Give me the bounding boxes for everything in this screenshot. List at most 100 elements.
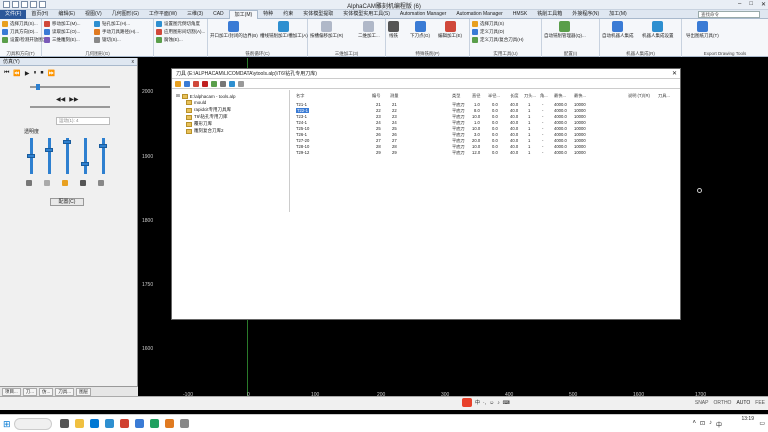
column-header[interactable]: 长度 — [510, 93, 518, 99]
column-header[interactable]: 刀具... — [658, 93, 670, 99]
transparency-knob-2[interactable] — [45, 148, 53, 152]
play-icon[interactable]: ▶ — [25, 70, 30, 77]
2d-machining-button[interactable]: 二维加工... — [358, 21, 380, 39]
step-back-icon[interactable]: ⏪ — [13, 70, 20, 77]
drilling-button[interactable]: 钻孔加工(H)... — [94, 21, 130, 27]
plunge-point-button[interactable]: 下刀点(G) — [410, 21, 430, 39]
tab-project[interactable]: 项目... — [2, 387, 21, 396]
transparency-slider-2[interactable] — [48, 138, 51, 174]
tree-root[interactable]: ⊟ E:\alphacam - tools.alp — [176, 93, 236, 99]
define-tool-button[interactable]: 定义刀具(D) — [472, 29, 504, 35]
tab-solid-utilities[interactable]: 实体模型实用工具(S) — [338, 10, 395, 19]
export-drawing-tools-button[interactable]: 导出图纸刀具(T) — [686, 21, 719, 39]
minimize-icon[interactable]: – — [738, 1, 741, 8]
tab-constraints[interactable]: 约束 — [278, 10, 298, 19]
close-icon[interactable]: ✕ — [672, 69, 677, 79]
start-icon[interactable]: ⊞ — [3, 419, 11, 430]
column-header[interactable]: 最快... — [574, 93, 586, 99]
ime-logo-icon[interactable] — [462, 398, 472, 407]
edge-icon[interactable] — [90, 419, 99, 428]
edit-machining-button[interactable]: 编辑加工(E) — [438, 21, 462, 39]
column-header[interactable]: 刀头... — [524, 93, 536, 99]
emoji-icon[interactable]: ☺ — [489, 400, 494, 406]
auto-milling-manager-button[interactable]: 自动铣削管理器(Q)... — [544, 21, 586, 39]
taskbar-search[interactable] — [14, 418, 52, 430]
copy-icon[interactable] — [220, 80, 226, 87]
erode-button[interactable]: 腐蚀(E)... — [156, 37, 183, 43]
transparency-knob-5[interactable] — [99, 144, 107, 148]
tab-addins[interactable]: 外接程序(N) — [567, 10, 604, 19]
tab-automation-manager-2[interactable]: Automation Manager — [451, 10, 507, 19]
collapse-icon[interactable]: ⊟ — [176, 93, 180, 99]
auto-robot-button[interactable]: 自动机器人集成 — [602, 21, 634, 39]
tab-solid-extract[interactable]: 实体模型提取 — [298, 10, 338, 19]
app-icon[interactable] — [165, 419, 174, 428]
tab-special[interactable]: 特种 — [258, 10, 278, 19]
column-header[interactable]: 最快... — [554, 93, 566, 99]
tab-automation-manager-1[interactable]: Automation Manager — [395, 10, 451, 19]
keyboard-icon[interactable]: ⌨ — [503, 400, 510, 406]
speed-slider-knob[interactable] — [36, 84, 40, 90]
ime-icon[interactable]: 中 — [716, 420, 722, 429]
tree-item[interactable]: rapidcit专用刀具库 — [186, 107, 231, 113]
table-row[interactable]: T29-12 29 29 平底刀 12.0 0.0 40.0 1-4000.0 10000 — [292, 150, 680, 156]
tab-simulation[interactable]: 仿... — [39, 387, 54, 396]
ime-punct-icon[interactable]: ·, — [483, 400, 486, 406]
column-header[interactable]: 角... — [540, 93, 548, 99]
tab-view[interactable]: 视图(V) — [80, 10, 107, 19]
tab-tools[interactable]: 刀具... — [55, 387, 75, 396]
tool-direction-button[interactable]: 刀具方向(D)... — [2, 29, 38, 35]
line-milling-button[interactable]: 线铣 — [388, 21, 399, 39]
ortho-indicator[interactable]: ORTHO — [713, 400, 731, 406]
apply-cut-button[interactable]: 应用图形间切割(A)... — [156, 29, 205, 35]
tab-cad[interactable]: CAD — [208, 10, 229, 19]
saw-button[interactable]: 锯切(S)... — [94, 37, 121, 43]
tab-3d[interactable]: 三维(3) — [182, 10, 208, 19]
tab-geometry[interactable]: 几何图形(G) — [107, 10, 144, 19]
file-explorer-icon[interactable] — [75, 419, 84, 428]
move-machining-button[interactable]: 移动加工(M)... — [44, 21, 81, 27]
app-icon[interactable] — [180, 419, 189, 428]
tab-layers[interactable]: 图层 — [76, 387, 92, 396]
task-view-icon[interactable] — [60, 419, 69, 428]
step-forward-icon[interactable]: ⏩ — [48, 70, 55, 77]
tree-item[interactable]: T6\钻孔专用刀库 — [186, 114, 228, 120]
transparency-slider-4[interactable] — [84, 138, 87, 174]
3d-engrave-button[interactable]: 三维雕刻(E)... — [44, 37, 80, 43]
column-header[interactable]: 测量 — [390, 93, 398, 99]
define-compound-tool-button[interactable]: 定义刀具/复合刀具(H) — [472, 37, 524, 43]
tree-item[interactable]: 覆形刀库 — [186, 121, 212, 127]
move-icon[interactable] — [211, 80, 217, 87]
snap-indicator[interactable]: SNAP — [695, 400, 709, 406]
rewind-icon[interactable]: ⏮ — [4, 70, 9, 77]
column-header[interactable]: 说明 (T)/(R) — [628, 93, 650, 99]
tab-machining[interactable]: 加工(M) — [228, 9, 259, 19]
alphacam-icon[interactable] — [135, 419, 144, 428]
network-icon[interactable]: ⊡ — [700, 420, 705, 429]
speed-field[interactable]: 运动(1): 4 — [56, 117, 110, 125]
delete-icon[interactable] — [202, 80, 208, 87]
app-icon[interactable] — [120, 419, 129, 428]
pause-icon[interactable]: ⏸ — [34, 70, 37, 77]
new-tool-icon[interactable] — [175, 80, 181, 87]
prev-icon[interactable]: ◀◀ — [56, 96, 65, 103]
column-header[interactable]: 半径... — [488, 93, 500, 99]
mic-icon[interactable]: ♪ — [497, 400, 500, 406]
slot-offset-button[interactable]: 按槽偏移加工(R) — [310, 21, 343, 39]
column-header[interactable]: 编号 — [372, 93, 380, 99]
transparency-knob-4[interactable] — [81, 162, 89, 166]
open-boundary-button[interactable]: 开口加工/封闭的边界(B) — [210, 21, 258, 39]
edit-icon[interactable] — [193, 80, 199, 87]
slot-milling-button[interactable]: 槽线铣削加工/槽加工(A) — [260, 21, 308, 39]
tab-machining-2[interactable]: 加工(M) — [604, 10, 632, 19]
tab-home[interactable]: 首页(H) — [26, 10, 53, 19]
fee-indicator[interactable]: FEE — [755, 400, 765, 406]
column-header[interactable]: 名字 — [296, 93, 304, 99]
read-machining-button[interactable]: 读取加工(O)... — [44, 29, 80, 35]
column-header[interactable]: 直径 — [472, 93, 480, 99]
options-icon[interactable] — [238, 80, 244, 87]
volume-icon[interactable]: ♪ — [709, 420, 712, 429]
close-icon[interactable]: x — [132, 58, 135, 66]
tab-tool[interactable]: 刀... — [22, 387, 38, 396]
tree-item[interactable]: 雕刻复合刀库2 — [186, 128, 224, 134]
